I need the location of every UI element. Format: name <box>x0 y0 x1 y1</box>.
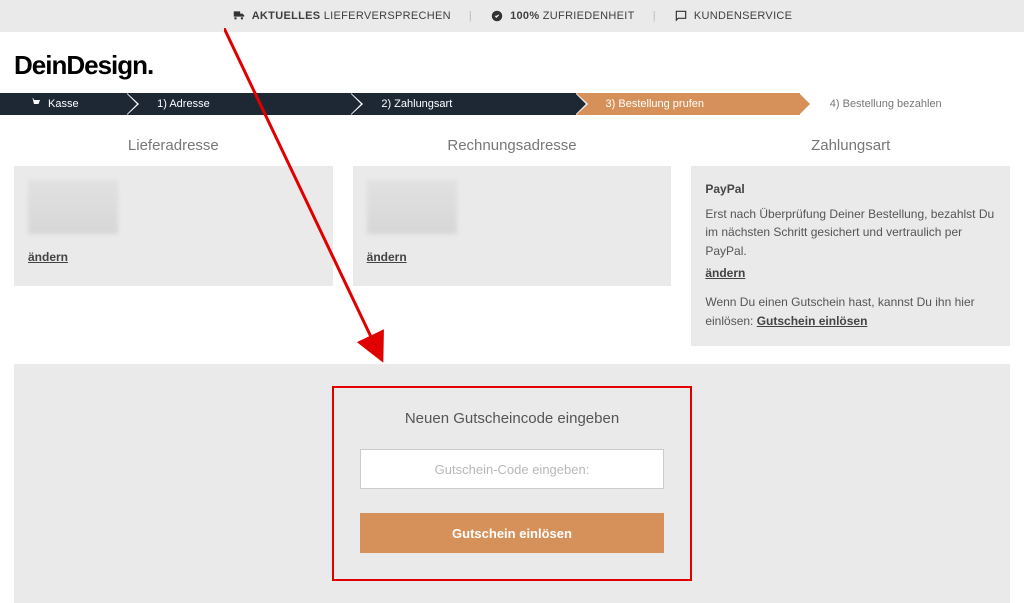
topbar-text: 100% <box>510 10 539 22</box>
step-cart[interactable]: Kasse <box>0 93 127 115</box>
topbar-item-delivery: AKTUELLES LIEFERVERSPRECHEN <box>232 9 451 23</box>
coupon-box: Neuen Gutscheincode eingeben Gutschein e… <box>332 386 692 581</box>
top-info-bar: AKTUELLES LIEFERVERSPRECHEN | 100% ZUFRI… <box>0 0 1024 32</box>
step-payment[interactable]: 2) Zahlungsart <box>351 93 575 115</box>
step-label: Kasse <box>48 98 79 110</box>
badge-icon <box>490 9 504 23</box>
topbar-item-satisfaction: 100% ZUFRIEDENHEIT <box>490 9 635 23</box>
truck-icon <box>232 9 246 23</box>
coupon-title: Neuen Gutscheincode eingeben <box>360 410 664 427</box>
payment-method: PayPal <box>705 180 996 199</box>
blurred-address <box>367 180 457 234</box>
blurred-address <box>28 180 118 234</box>
coupon-redeem-button[interactable]: Gutschein einlösen <box>360 513 664 553</box>
review-columns: Lieferadresse ändern Rechnungsadresse än… <box>0 137 1024 364</box>
step-label: 2) Zahlungsart <box>381 98 452 110</box>
topbar-item-service[interactable]: KUNDENSERVICE <box>674 9 792 23</box>
step-label: 4) Bestellung bezahlen <box>830 98 942 110</box>
delivery-address-col: Lieferadresse ändern <box>14 137 333 346</box>
topbar-text: KUNDENSERVICE <box>694 10 792 22</box>
billing-address-col: Rechnungsadresse ändern <box>353 137 672 346</box>
coupon-redeem-link[interactable]: Gutschein einlösen <box>757 314 868 328</box>
step-review[interactable]: 3) Bestellung prufen <box>576 93 800 115</box>
brand-logo[interactable]: DeinDesign. <box>0 32 1024 93</box>
checkout-steps: Kasse 1) Adresse 2) Zahlungsart 3) Beste… <box>0 93 1024 115</box>
step-label: 1) Adresse <box>157 98 210 110</box>
topbar-text: AKTUELLES <box>252 10 321 22</box>
payment-col: Zahlungsart PayPal Erst nach Überprüfung… <box>691 137 1010 346</box>
column-heading: Zahlungsart <box>691 137 1010 154</box>
column-heading: Lieferadresse <box>14 137 333 154</box>
step-label: 3) Bestellung prufen <box>606 98 704 110</box>
separator: | <box>653 10 656 22</box>
payment-description: Erst nach Überprüfung Deiner Bestellung,… <box>705 205 996 261</box>
coupon-code-input[interactable] <box>360 449 664 489</box>
separator: | <box>469 10 472 22</box>
chat-icon <box>674 9 688 23</box>
step-address[interactable]: 1) Adresse <box>127 93 351 115</box>
change-payment-link[interactable]: ändern <box>705 264 745 283</box>
step-pay: 4) Bestellung bezahlen <box>800 93 1024 115</box>
cart-icon <box>30 97 42 112</box>
topbar-text: LIEFERVERSPRECHEN <box>324 10 451 22</box>
coupon-hint: Wenn Du einen Gutschein hast, kannst Du … <box>705 293 996 330</box>
coupon-section: Neuen Gutscheincode eingeben Gutschein e… <box>14 364 1010 603</box>
delivery-address-card: ändern <box>14 166 333 286</box>
billing-address-card: ändern <box>353 166 672 286</box>
change-billing-link[interactable]: ändern <box>367 248 407 267</box>
column-heading: Rechnungsadresse <box>353 137 672 154</box>
change-delivery-link[interactable]: ändern <box>28 248 68 267</box>
topbar-text: ZUFRIEDENHEIT <box>543 10 635 22</box>
payment-card: PayPal Erst nach Überprüfung Deiner Best… <box>691 166 1010 346</box>
